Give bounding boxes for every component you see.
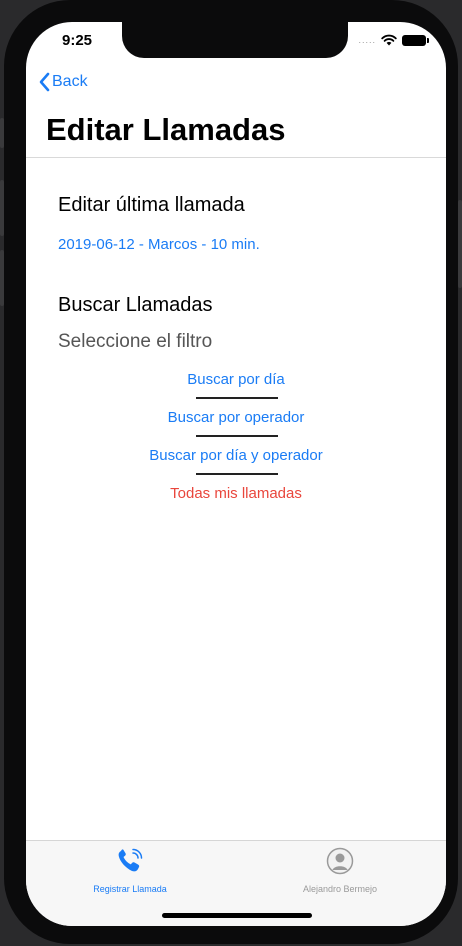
- battery-icon: [402, 34, 429, 46]
- status-icons: .....: [358, 34, 429, 46]
- chevron-left-icon: [39, 72, 50, 92]
- status-time: 9:25: [62, 32, 93, 49]
- last-call-link[interactable]: 2019-06-12 - Marcos - 10 min.: [58, 236, 260, 253]
- filter-option-by-day[interactable]: Buscar por día: [26, 371, 446, 388]
- back-label: Back: [52, 73, 88, 90]
- search-section-title: Buscar Llamadas: [58, 294, 213, 316]
- power-button: [458, 200, 462, 288]
- page-title: Editar Llamadas: [46, 112, 286, 147]
- home-indicator[interactable]: [162, 913, 312, 918]
- tab-registrar-llamada[interactable]: Registrar Llamada: [50, 847, 210, 894]
- tab-label: Alejandro Bermejo: [302, 884, 378, 894]
- filter-option-by-operator[interactable]: Buscar por operador: [26, 409, 446, 426]
- device-frame: 9:25 ..... Back Editar Llamadas Editar ú…: [0, 0, 462, 946]
- nav-divider: [26, 157, 446, 158]
- screen: 9:25 ..... Back Editar Llamadas Editar ú…: [26, 22, 446, 926]
- device-bezel: 9:25 ..... Back Editar Llamadas Editar ú…: [4, 0, 458, 944]
- edit-section-title: Editar última llamada: [58, 194, 245, 216]
- user-icon: [326, 847, 354, 875]
- filter-hint: Seleccione el filtro: [58, 331, 213, 352]
- back-button[interactable]: Back: [38, 72, 88, 92]
- wifi-icon: [381, 34, 397, 46]
- tab-label: Registrar Llamada: [93, 884, 167, 894]
- filter-option-all-calls[interactable]: Todas mis llamadas: [26, 485, 446, 502]
- option-divider: [196, 397, 278, 399]
- phone-icon: [118, 848, 143, 872]
- filter-option-by-day-and-operator[interactable]: Buscar por día y operador: [26, 447, 446, 464]
- notch: [122, 22, 348, 58]
- option-divider: [196, 473, 278, 475]
- signal-icon: .....: [358, 35, 376, 45]
- tab-alejandro-bermejo[interactable]: Alejandro Bermejo: [260, 847, 420, 894]
- option-divider: [196, 435, 278, 437]
